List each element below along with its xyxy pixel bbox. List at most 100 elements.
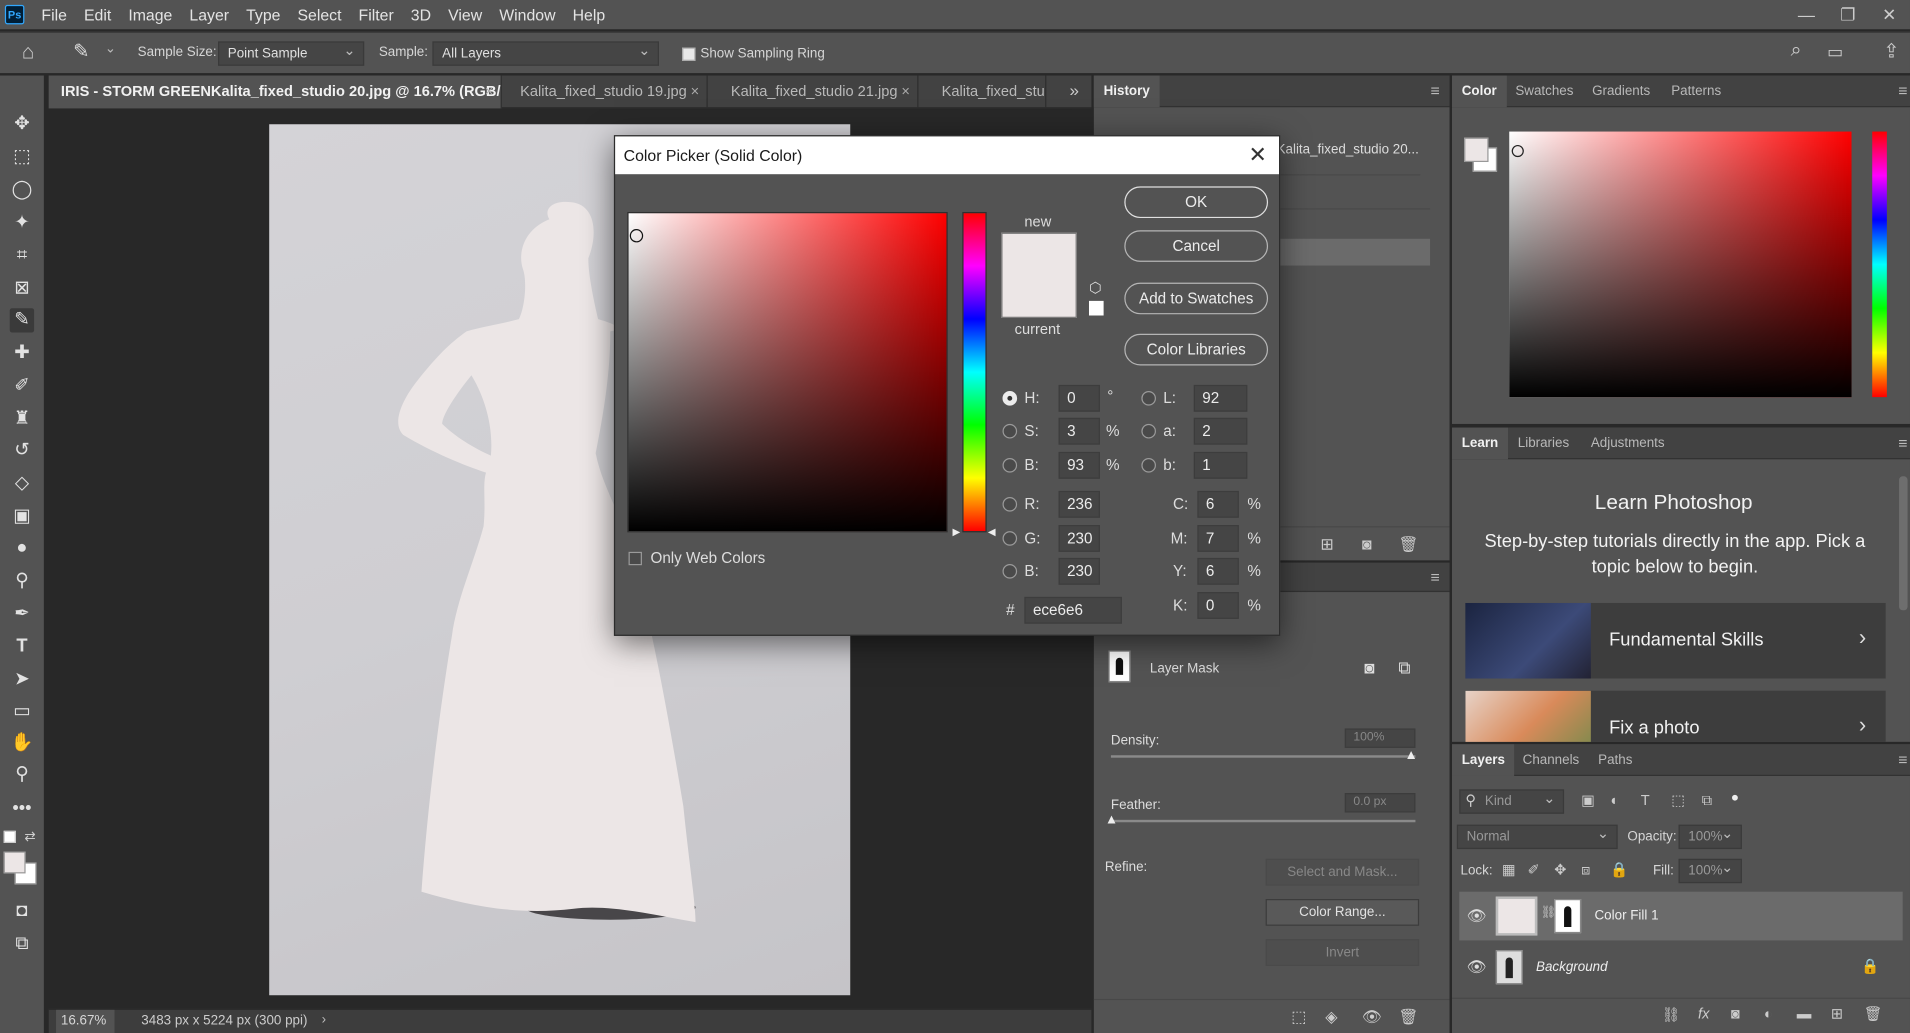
lock-image-icon[interactable]: ✐ [1528,861,1540,878]
tab-learn[interactable]: Learn [1451,427,1508,460]
menu-layer[interactable]: Layer [182,5,239,23]
tab-adjustments[interactable]: Adjustments [1581,428,1674,460]
filter-pixel-icon[interactable]: ▣ [1581,792,1595,809]
menu-edit[interactable]: Edit [77,5,121,23]
workspace-icon[interactable]: ▭ [1827,41,1843,62]
close-window-icon[interactable]: ✕ [1869,0,1910,29]
learn-card-fundamental-skills[interactable]: Fundamental Skills › [1465,602,1886,679]
menu-filter[interactable]: Filter [351,5,403,23]
filter-smart-object-icon[interactable]: ⧉ [1702,792,1712,810]
tab-paths[interactable]: Paths [1588,744,1642,776]
panel-menu-icon[interactable]: ≡ [1898,82,1907,100]
layer-row-background[interactable]: 👁 Background 🔒 [1459,943,1902,992]
filter-shape-icon[interactable]: ⬚ [1671,792,1685,809]
hex-input[interactable]: ece6e6 [1024,596,1122,624]
default-colors-icon[interactable] [3,830,16,843]
cyan-input[interactable]: 6 [1197,490,1239,518]
path-select-tool-icon[interactable]: ➤ [10,668,34,692]
eraser-tool-icon[interactable]: ◇ [10,471,34,495]
quick-mask-icon[interactable]: ◘ [10,899,34,923]
new-layer-icon[interactable]: ⊞ [1831,1005,1843,1022]
b-channel-input[interactable]: 1 [1193,451,1248,479]
blue-input[interactable]: 230 [1058,557,1100,585]
menu-help[interactable]: Help [565,5,615,23]
filter-toggle-icon[interactable]: ● [1731,791,1739,806]
add-mask-icon[interactable]: ◙ [1731,1005,1740,1022]
gradient-tool-icon[interactable]: ▣ [10,504,34,528]
lock-transparent-icon[interactable]: ▦ [1502,861,1516,878]
filter-type-icon[interactable]: T [1641,792,1650,809]
brightness-input[interactable]: 93 [1058,451,1100,479]
green-radio[interactable] [1002,531,1018,546]
magenta-input[interactable]: 7 [1197,525,1239,552]
hand-tool-icon[interactable]: ✋ [10,731,34,755]
stamp-tool-icon[interactable]: ♜ [10,407,34,431]
screen-mode-icon[interactable]: ⧉ [10,932,34,956]
panel-menu-icon[interactable]: ≡ [1431,82,1440,100]
tab-document-more[interactable]: Kalita_fixed_stu [929,75,1047,109]
menu-type[interactable]: Type [239,5,290,23]
layer-lock-icon[interactable]: 🔒 [1861,957,1879,974]
invert-button[interactable]: Invert [1265,939,1420,967]
tool-preset-chevron-icon[interactable]: ⌄ [105,40,116,56]
gamut-cube-icon[interactable]: ⬡ [1089,279,1102,296]
type-tool-icon[interactable]: T [10,635,34,659]
lasso-tool-icon[interactable]: ◯ [10,178,34,202]
add-to-swatches-button[interactable]: Add to Swatches [1124,282,1269,315]
visibility-eye-icon[interactable]: 👁 [1467,957,1487,976]
tab-document-21[interactable]: Kalita_fixed_studio 21.jpg × [719,75,919,109]
lightness-radio[interactable] [1141,391,1156,406]
tab-layers[interactable]: Layers [1451,744,1515,776]
zoom-level[interactable]: 16.67% [56,1009,115,1033]
mask-thumbnail[interactable] [1554,899,1582,934]
hue-input[interactable]: 0 [1058,384,1100,412]
vector-mask-icon[interactable]: ⧉ [1398,658,1410,679]
more-tabs-icon[interactable]: » [1070,80,1079,99]
lock-all-icon[interactable]: 🔒 [1610,861,1628,878]
hue-slider[interactable] [962,211,987,533]
red-input[interactable]: 236 [1058,490,1100,518]
color-cursor-icon[interactable] [629,229,644,243]
quick-select-tool-icon[interactable]: ✦ [10,211,34,235]
tab-patterns[interactable]: Patterns [1662,76,1731,108]
apply-mask-icon[interactable]: ◈ [1325,1007,1337,1026]
crop-tool-icon[interactable]: ⌗ [10,244,34,268]
group-folder-icon[interactable]: ▬ [1797,1005,1812,1022]
layer-effects-icon[interactable]: fx [1698,1005,1709,1022]
a-channel-input[interactable]: 2 [1193,417,1248,445]
web-safe-swatch-icon[interactable] [1088,300,1104,316]
pen-tool-icon[interactable]: ✒ [10,602,34,626]
tab-channels[interactable]: Channels [1513,744,1589,776]
panel-color-field[interactable] [1509,131,1852,398]
move-tool-icon[interactable]: ✥ [10,112,34,136]
opacity-input[interactable]: 100% [1678,822,1742,850]
pixel-mask-icon[interactable]: ◙ [1364,658,1374,677]
zoom-tool-icon[interactable]: ⚲ [10,763,34,787]
more-tools-icon[interactable]: ••• [10,797,34,821]
tab-color[interactable]: Color [1451,75,1507,108]
trash-icon[interactable]: 🗑 [1864,1005,1883,1022]
trash-icon[interactable]: 🗑 [1398,535,1418,554]
rectangle-tool-icon[interactable]: ▭ [10,699,34,723]
menu-file[interactable]: File [34,5,77,23]
select-and-mask-button[interactable]: Select and Mask... [1265,858,1420,886]
menu-window[interactable]: Window [492,5,565,23]
filter-adjustment-icon[interactable]: ◐ [1610,792,1619,809]
learn-card-fix-a-photo[interactable]: Fix a photo › [1465,690,1886,742]
home-icon[interactable]: ⌂ [22,40,35,64]
frame-tool-icon[interactable]: ⊠ [10,277,34,301]
a-channel-radio[interactable] [1141,423,1156,439]
saturation-input[interactable]: 3 [1058,417,1100,445]
color-libraries-button[interactable]: Color Libraries [1124,333,1269,366]
restore-icon[interactable]: ❐ [1827,0,1868,29]
saturation-radio[interactable] [1002,423,1018,439]
lightness-input[interactable]: 92 [1193,384,1248,412]
layer-mask-thumbnail[interactable] [1108,650,1131,683]
load-selection-icon[interactable]: ⬚ [1291,1007,1306,1026]
saturation-brightness-field[interactable] [627,211,948,533]
tab-document-19[interactable]: Kalita_fixed_studio 19.jpg × [508,75,708,109]
close-icon[interactable]: ✕ [1248,136,1266,174]
feather-slider[interactable] [1110,819,1416,823]
close-tab-icon[interactable]: × [691,76,700,109]
panel-hue-slider[interactable] [1872,131,1887,398]
